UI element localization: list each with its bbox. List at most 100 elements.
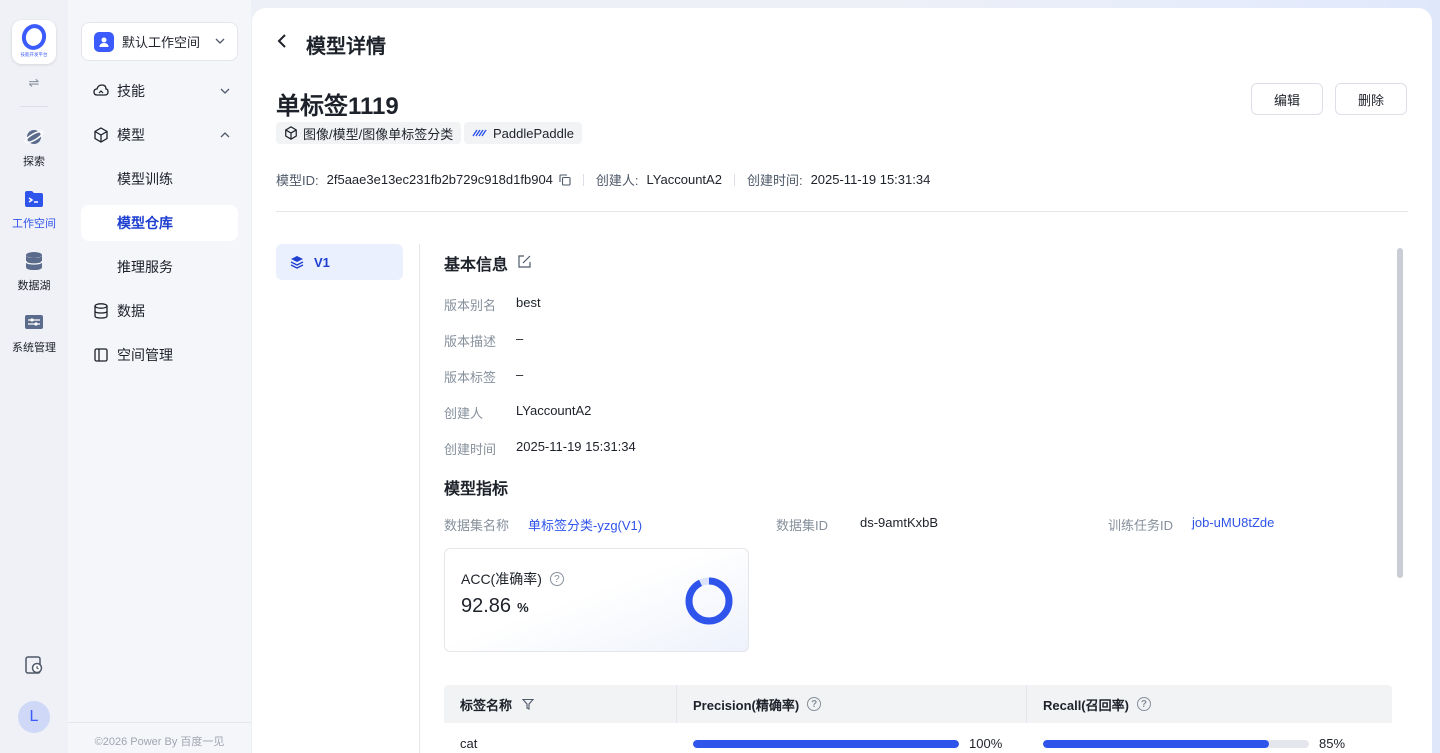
info-key: 创建时间	[444, 442, 497, 457]
header-text: Precision(精确率)	[693, 697, 800, 713]
info-value: best	[516, 295, 541, 310]
created-time: 2025-11-19 15:31:34	[810, 172, 931, 187]
dataset-name-key: 数据集名称	[444, 518, 510, 533]
history-icon[interactable]	[24, 655, 44, 675]
info-value: 2025-11-19 15:31:34	[516, 439, 636, 454]
table-header: 标签名称 Precision(精确率) ? Recall(召回率) ?	[444, 685, 1392, 723]
rail-item-explore[interactable]: 探索	[0, 126, 68, 169]
metrics-table: 标签名称 Precision(精确率) ? Recall(召回率) ? cat …	[444, 685, 1392, 753]
info-value: LYaccountA2	[516, 403, 592, 418]
sidebar-item-model[interactable]: 模型	[81, 117, 238, 153]
user-icon	[94, 31, 114, 52]
info-key: 创建人	[444, 406, 484, 421]
rail-item-system[interactable]: 系统管理	[0, 312, 68, 355]
accuracy-card: ACC(准确率) ? 92.86%	[444, 548, 749, 652]
chevron-down-icon	[215, 36, 225, 47]
help-icon[interactable]: ?	[1136, 697, 1151, 711]
accuracy-ring	[685, 577, 733, 625]
sidebar-item-model-repository[interactable]: 模型仓库	[81, 205, 238, 241]
skills-icon	[93, 83, 109, 99]
job-id-row: 训练任务ID job-uMU8tZde	[1108, 515, 1274, 534]
dataset-name-link[interactable]: 单标签分类-yzg(V1)	[528, 515, 642, 534]
category-tag: 图像/模型/图像单标签分类	[276, 122, 462, 144]
job-id-link[interactable]: job-uMU8tZde	[1192, 515, 1274, 534]
cube-icon	[284, 126, 298, 140]
sidebar-item-label: 模型	[117, 127, 145, 143]
version-label: V1	[314, 254, 330, 270]
accuracy-value-row: 92.86%	[461, 595, 529, 618]
app-logo[interactable]: 技能开发平台	[12, 20, 56, 64]
sidebar-item-model-training[interactable]: 模型训练	[81, 161, 238, 197]
rail-item-datalake[interactable]: 数据湖	[0, 250, 68, 293]
avatar[interactable]: L	[18, 701, 50, 733]
meta-creator-key: 创建人:	[595, 173, 639, 188]
sidebar-item-skills[interactable]: 技能	[81, 73, 238, 109]
cell-precision: 100%	[677, 736, 1027, 751]
sidebar-item-label: 推理服务	[117, 259, 173, 275]
cube-icon	[93, 127, 109, 143]
creator: LYaccountA2	[646, 172, 722, 187]
info-key: 版本描述	[444, 334, 497, 349]
dataset-id-key: 数据集ID	[776, 518, 829, 533]
sidebar-item-data[interactable]: 数据	[81, 293, 238, 329]
sidebar-item-label: 技能	[117, 83, 145, 99]
scrollbar-thumb[interactable]	[1397, 248, 1403, 578]
back-button[interactable]	[276, 30, 288, 56]
precision-bar-fill	[693, 739, 959, 748]
sidebar-item-label: 数据	[117, 303, 145, 319]
database-icon	[23, 250, 45, 272]
help-icon[interactable]: ?	[549, 572, 564, 586]
metrics-title: 模型指标	[444, 481, 509, 498]
layers-icon	[290, 255, 304, 269]
framework-tag: PaddlePaddle	[464, 122, 582, 144]
tag-label: 图像/模型/图像单标签分类	[303, 126, 454, 142]
version-tab[interactable]: V1	[276, 244, 403, 280]
header-label: 标签名称	[444, 685, 677, 723]
page-title: 模型详情	[306, 36, 386, 58]
edit-button[interactable]: 编辑	[1251, 83, 1323, 115]
recall-value: 85%	[1319, 736, 1346, 751]
job-id-key: 训练任务ID	[1108, 518, 1174, 533]
scrollbar[interactable]	[1394, 244, 1406, 753]
recall-bar	[1043, 739, 1309, 748]
sidebar: 默认工作空间 技能 模型 模型训练 模型仓库 推理服务 数据 空间管理 ©202…	[68, 0, 251, 753]
info-row: 版本别名 best	[444, 295, 541, 314]
logo-text: 技能开发平台	[20, 52, 48, 58]
info-key: 版本别名	[444, 298, 497, 313]
rail-item-workspace[interactable]: 工作空间	[0, 188, 68, 231]
chevron-up-icon	[220, 130, 230, 141]
workspace-selector[interactable]: 默认工作空间	[81, 22, 238, 61]
dataset-id-row: 数据集ID ds-9amtKxbB	[776, 515, 938, 534]
table-row: cat 100% 85%	[444, 723, 1392, 753]
rail-item-label: 系统管理	[12, 342, 56, 354]
delete-button[interactable]: 删除	[1335, 83, 1407, 115]
info-key: 版本标签	[444, 370, 497, 385]
database-icon	[93, 303, 109, 319]
switch-icon[interactable]: ⇌	[0, 75, 68, 91]
info-row: 创建时间 2025-11-19 15:31:34	[444, 439, 636, 458]
ring-fill	[685, 577, 733, 625]
folder-terminal-icon	[23, 188, 45, 210]
edit-icon[interactable]	[517, 254, 532, 274]
vertical-divider	[419, 244, 420, 753]
accuracy-unit: %	[517, 600, 529, 615]
main-panel: 模型详情 单标签1119 编辑 删除 图像/模型/图像单标签分类 PaddleP…	[252, 8, 1432, 753]
sidebar-item-label: 模型仓库	[117, 215, 173, 231]
sidebar-item-inference-service[interactable]: 推理服务	[81, 249, 238, 285]
meta-time-key: 创建时间:	[746, 173, 803, 188]
rail-item-label: 探索	[23, 156, 45, 168]
info-row: 版本标签 –	[444, 367, 523, 386]
rail-item-label: 数据湖	[17, 280, 51, 292]
cell-recall: 85%	[1027, 736, 1392, 751]
rail-item-label: 工作空间	[12, 218, 56, 230]
precision-value: 100%	[969, 736, 1003, 751]
model-id: 2f5aae3e13ec231fb2b729c918d1fb904	[326, 172, 553, 187]
logo-icon	[18, 20, 50, 54]
help-icon[interactable]: ?	[807, 697, 822, 711]
filter-icon[interactable]	[522, 698, 535, 710]
chevron-left-icon	[277, 34, 286, 48]
copy-icon[interactable]	[559, 173, 571, 186]
workspace-name: 默认工作空间	[122, 35, 201, 50]
sidebar-item-space-management[interactable]: 空间管理	[81, 337, 238, 373]
chevron-down-icon	[220, 86, 230, 97]
